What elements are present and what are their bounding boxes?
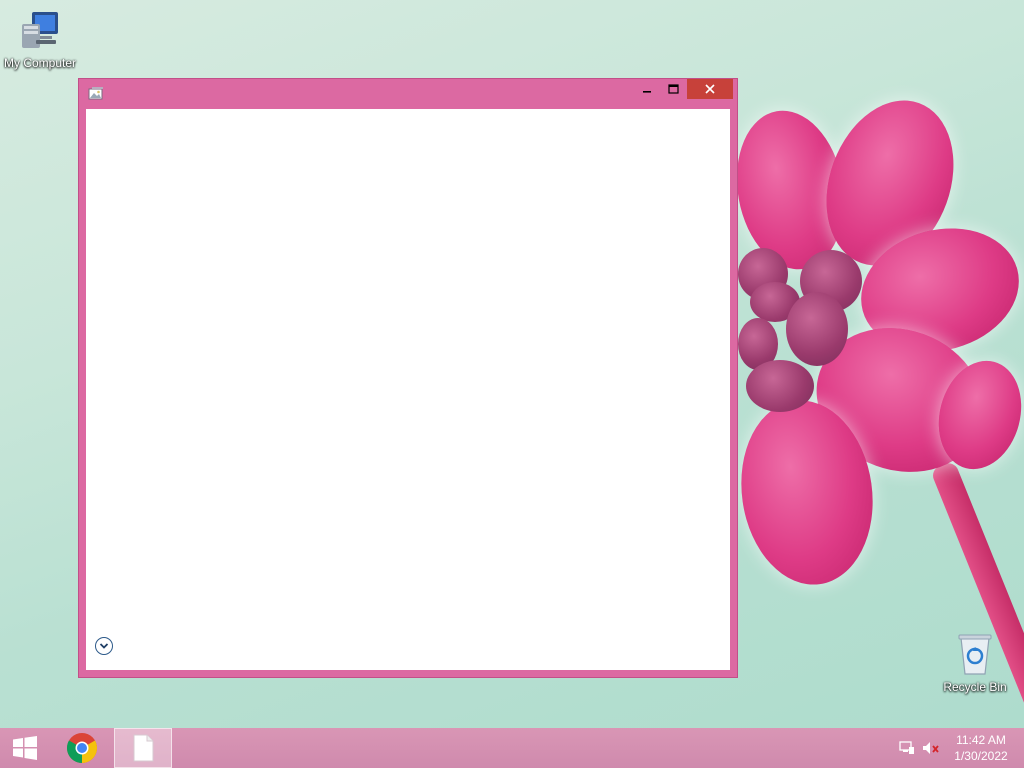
taskbar-file-button[interactable] [114,728,172,768]
desktop: My Computer Recycle Bin [0,0,1024,728]
desktop-icon-label: My Computer [3,56,77,70]
window-content [86,109,730,670]
flower-stamen [786,292,848,366]
recycle-bin-icon [958,634,992,675]
flower-stamen [746,360,814,412]
document-icon [133,734,154,762]
desktop-icon-label: Recycle Bin [943,680,1007,694]
minimize-button[interactable] [635,79,659,99]
desktop-icon-recycle-bin[interactable]: Recycle Bin [935,632,1015,694]
taskbar: 11:42 AM 1/30/2022 [0,728,1024,768]
close-button[interactable] [687,79,733,99]
volume-muted-icon [923,742,939,754]
tray-volume-button[interactable] [920,728,942,768]
chevron-down-icon [99,643,109,649]
desktop-icon-my-computer[interactable]: My Computer [0,10,80,70]
computer-icon [22,12,58,48]
minimize-icon [643,91,651,93]
clock-date: 1/30/2022 [954,749,1008,763]
window-titlebar[interactable] [79,79,737,109]
tray-clock[interactable]: 11:42 AM 1/30/2022 [948,732,1014,764]
close-icon [705,84,715,94]
expand-button[interactable] [95,637,113,655]
clock-time: 11:42 AM [956,733,1006,747]
taskbar-chrome-button[interactable] [58,728,106,768]
windows-logo-icon [13,736,37,760]
chrome-icon [66,733,98,763]
image-viewer-icon[interactable] [87,86,105,102]
maximize-button[interactable] [661,79,685,99]
tray-network-button[interactable] [896,728,918,768]
network-icon [899,741,914,754]
maximize-icon [667,84,679,94]
app-window [78,78,738,678]
start-button[interactable] [0,728,50,768]
